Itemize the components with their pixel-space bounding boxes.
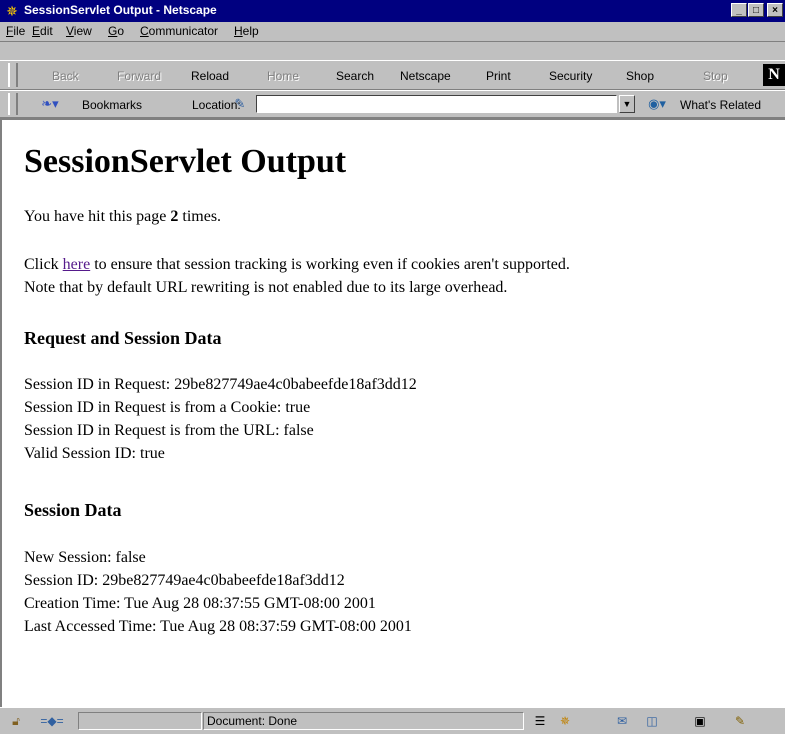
menu-help[interactable]: Help: [234, 24, 259, 39]
stop-button[interactable]: Stop: [703, 69, 728, 83]
print-button[interactable]: Print: [486, 69, 511, 83]
page-title: SessionServlet Output: [24, 143, 347, 180]
security-button[interactable]: Security: [549, 69, 592, 83]
menu-communicator[interactable]: Communicator: [140, 24, 218, 39]
whats-related-button[interactable]: What's Related: [680, 98, 761, 112]
address-book-icon[interactable]: ▣: [690, 713, 710, 729]
composer-icon[interactable]: ✎: [730, 713, 750, 729]
netscape-logo[interactable]: N: [763, 64, 785, 86]
hit-count-text: You have hit this page 2 times.: [24, 208, 222, 225]
navigation-toolbar: Back Forward Reload Home Search Netscape…: [0, 60, 785, 90]
title-bar: ✵ SessionServlet Output - Netscape _ □ ×: [0, 0, 785, 22]
whats-related-icon[interactable]: ◉▾: [641, 96, 673, 112]
back-button[interactable]: Back: [52, 69, 79, 83]
page-content[interactable]: SessionServlet Output You have hit this …: [0, 118, 785, 707]
request-line: Session ID in Request: 29be827749ae4c0ba…: [24, 376, 417, 393]
toolbar-grip[interactable]: [8, 63, 18, 87]
shop-button[interactable]: Shop: [626, 69, 654, 83]
menu-view[interactable]: View: [66, 24, 92, 39]
window-title: SessionServlet Output - Netscape: [24, 3, 217, 17]
request-data-heading: Request and Session Data: [24, 328, 222, 348]
location-toolbar: ❧▾ Bookmarks ✎ Location: ▼ ◉▾ What's Rel…: [0, 90, 785, 118]
minimize-button[interactable]: _: [731, 3, 747, 17]
bookmarks-button[interactable]: Bookmarks: [82, 98, 142, 112]
session-data-heading: Session Data: [24, 500, 122, 520]
navigator-icon[interactable]: ✵: [555, 713, 575, 729]
location-label: Location:: [192, 98, 241, 112]
netscape-app-icon: ✵: [6, 3, 18, 19]
url-rewrite-text: Click here to ensure that session tracki…: [24, 256, 570, 273]
mail-icon[interactable]: ✉: [612, 713, 632, 729]
online-status-icon[interactable]: =◆=: [30, 713, 74, 729]
bookmarks-icon[interactable]: ❧▾: [36, 96, 64, 112]
request-line: Valid Session ID: true: [24, 445, 165, 462]
browser-window: ✵ SessionServlet Output - Netscape _ □ ×…: [0, 0, 785, 734]
here-link[interactable]: here: [63, 256, 91, 273]
menu-file[interactable]: File: [6, 24, 25, 39]
menu-go[interactable]: Go: [108, 24, 124, 39]
request-line: Session ID in Request is from the URL: f…: [24, 422, 314, 439]
netscape-button[interactable]: Netscape: [400, 69, 451, 83]
session-line: Session ID: 29be827749ae4c0babeefde18af3…: [24, 572, 345, 589]
menu-edit[interactable]: Edit: [32, 24, 53, 39]
maximize-button[interactable]: □: [748, 3, 764, 17]
session-line: New Session: false: [24, 549, 146, 566]
progress-bar: [78, 712, 202, 730]
search-button[interactable]: Search: [336, 69, 374, 83]
location-input[interactable]: [256, 95, 617, 113]
close-button[interactable]: ×: [767, 3, 783, 17]
note-text: Note that by default URL rewriting is no…: [24, 279, 508, 296]
forward-button[interactable]: Forward: [117, 69, 161, 83]
status-text: Document: Done: [203, 712, 524, 730]
home-button[interactable]: Home: [267, 69, 299, 83]
location-dropdown-button[interactable]: ▼: [619, 95, 635, 113]
reload-button[interactable]: Reload: [191, 69, 229, 83]
security-lock-icon[interactable]: 🔓︎: [6, 713, 26, 729]
newsgroups-icon[interactable]: ◫: [642, 713, 662, 729]
toolbar-grip[interactable]: [8, 93, 18, 115]
session-line: Last Accessed Time: Tue Aug 28 08:37:59 …: [24, 618, 412, 635]
request-line: Session ID in Request is from a Cookie: …: [24, 399, 311, 416]
status-bar: 🔓︎ =◆= Document: Done ☰ ✵ ✉ ◫ ▣ ✎: [0, 707, 785, 734]
session-line: Creation Time: Tue Aug 28 08:37:55 GMT-0…: [24, 595, 376, 612]
status-divider-icon: ☰: [534, 714, 546, 728]
menu-bar: File Edit View Go Communicator Help: [0, 22, 785, 42]
